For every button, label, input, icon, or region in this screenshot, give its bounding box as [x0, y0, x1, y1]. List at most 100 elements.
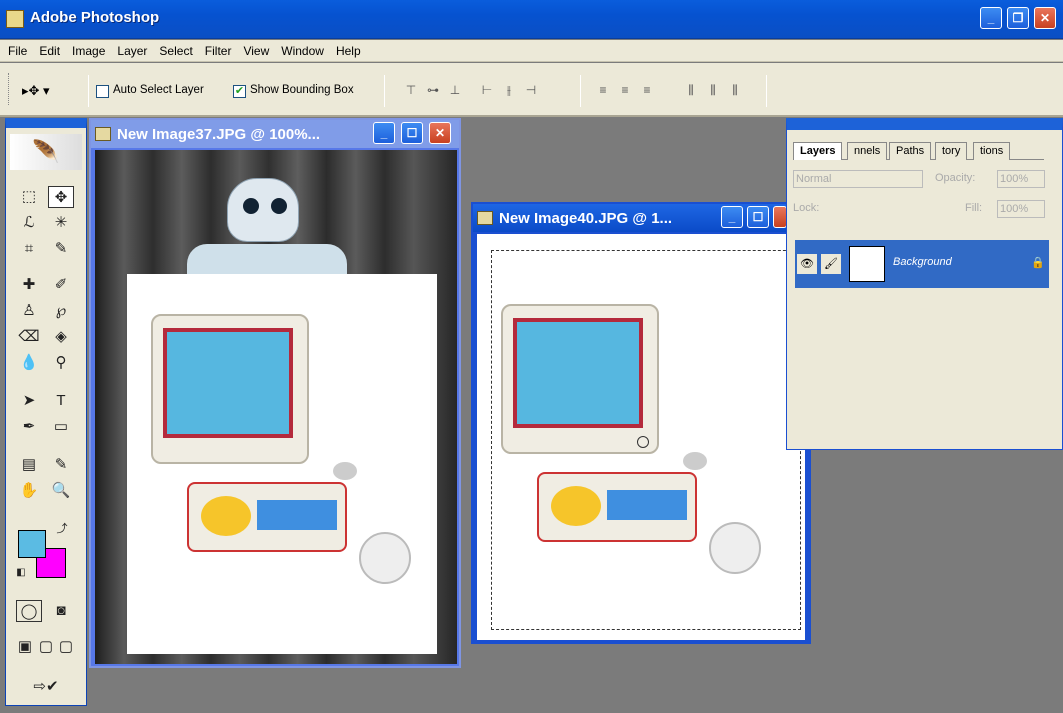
toy-mouse	[333, 462, 357, 480]
tab-layers[interactable]: Layers	[793, 142, 843, 160]
image-document-icon	[477, 211, 493, 225]
document-canvas-40[interactable]	[477, 234, 805, 640]
slice-tool-icon[interactable]: ✎	[48, 238, 74, 260]
eraser-tool-icon[interactable]: ⌫	[16, 326, 42, 348]
blend-mode-select[interactable]: Normal	[793, 170, 923, 188]
menu-layer[interactable]: Layer	[109, 40, 151, 58]
auto-select-checkbox[interactable]	[96, 85, 109, 98]
robot-head	[227, 178, 299, 242]
tab-history[interactable]: tory	[935, 142, 968, 160]
menu-edit[interactable]: Edit	[31, 40, 64, 58]
history-brush-tool-icon[interactable]: ℘	[48, 300, 74, 322]
opacity-value[interactable]: 100%	[997, 170, 1045, 188]
align-left-icon[interactable]: ⊢	[478, 83, 496, 99]
doc37-minimize-button[interactable]: _	[373, 122, 395, 144]
distribute-left-icon[interactable]: ⫼	[682, 83, 700, 99]
distribute-bottom-icon[interactable]: ≡	[638, 83, 656, 99]
align-right-icon[interactable]: ⊣	[522, 83, 540, 99]
align-hcenter-icon[interactable]: ⫲	[500, 83, 518, 99]
fill-value[interactable]: 100%	[997, 200, 1045, 218]
move-tool-icon[interactable]: ✥	[48, 186, 74, 208]
show-bbox-label: Show Bounding Box	[250, 84, 354, 96]
document-window-40: New Image40.JPG @ 1... _ ☐	[471, 202, 811, 644]
dodge-tool-icon[interactable]: ⚲	[48, 352, 74, 374]
move-tool-preset-icon[interactable]: ▸✥ ▾	[22, 83, 82, 101]
type-tool-icon[interactable]: T	[48, 390, 74, 412]
toy-cd	[709, 522, 761, 574]
image-document-icon	[95, 127, 111, 141]
restore-button[interactable]: ❐	[1007, 7, 1029, 29]
align-bottom-icon[interactable]: ⊥	[446, 83, 464, 99]
paint-bucket-tool-icon[interactable]: ◈	[48, 326, 74, 348]
eyedropper-tool-icon[interactable]: ✎	[48, 454, 74, 476]
default-colors-icon[interactable]: ◧	[14, 566, 28, 580]
foreground-color-swatch[interactable]	[18, 530, 46, 558]
brush-tool-icon[interactable]: ✐	[48, 274, 74, 296]
menu-window[interactable]: Window	[273, 40, 328, 58]
standard-mode-icon[interactable]: ◯	[16, 600, 42, 622]
menu-view[interactable]: View	[235, 40, 273, 58]
document-title-40: New Image40.JPG @ 1...	[499, 210, 673, 227]
swap-colors-icon[interactable]: ⤴	[54, 522, 70, 536]
menu-file[interactable]: File	[0, 40, 31, 58]
robot-eye	[243, 198, 259, 214]
toy-image-layer	[127, 274, 437, 654]
doc40-maximize-button[interactable]: ☐	[747, 206, 769, 228]
brush-link-icon[interactable]: 🖌	[821, 254, 841, 274]
crop-tool-icon[interactable]: ⌗	[16, 238, 42, 260]
pen-tool-icon[interactable]: ✒	[16, 416, 42, 438]
magic-wand-tool-icon[interactable]: ✳	[48, 212, 74, 234]
hand-tool-icon[interactable]: ✋	[16, 480, 42, 502]
app-title: Adobe Photoshop	[30, 9, 160, 26]
toy-keys	[257, 500, 337, 530]
eye-icon[interactable]: 👁	[797, 254, 817, 274]
close-button[interactable]: ✕	[1034, 7, 1056, 29]
marquee-tool-icon[interactable]: ⬚	[16, 186, 42, 208]
standard-screen-mode-icon[interactable]: ▣	[14, 636, 36, 658]
distribute-hcenter-icon[interactable]: ⫼	[704, 83, 722, 99]
menu-select[interactable]: Select	[151, 40, 196, 58]
full-screen-mode-icon[interactable]: ▢	[56, 636, 76, 658]
opacity-label: Opacity:	[935, 172, 976, 184]
full-screen-menu-mode-icon[interactable]: ▢	[36, 636, 56, 658]
feather-logo-icon[interactable]: 🪶	[10, 134, 82, 170]
blur-tool-icon[interactable]: 💧	[16, 352, 42, 374]
distribute-top-icon[interactable]: ≡	[594, 83, 612, 99]
document-canvas-37[interactable]	[95, 150, 457, 664]
zoom-tool-icon[interactable]: 🔍	[48, 480, 74, 502]
auto-select-label: Auto Select Layer	[113, 84, 204, 96]
doc40-minimize-button[interactable]: _	[721, 206, 743, 228]
menu-help[interactable]: Help	[328, 40, 365, 58]
distribute-vcenter-icon[interactable]: ≡	[616, 83, 634, 99]
lock-icon: 🔒	[1031, 257, 1045, 269]
toy-mouse	[683, 452, 707, 470]
doc37-maximize-button[interactable]: ☐	[401, 122, 423, 144]
clone-stamp-tool-icon[interactable]: ♙	[16, 300, 42, 322]
reference-point-icon[interactable]	[637, 436, 649, 448]
tab-channels[interactable]: nnels	[847, 142, 888, 160]
fill-label: Fill:	[965, 202, 983, 214]
quick-mask-mode-icon[interactable]: ◙	[48, 600, 74, 622]
layer-row-background[interactable]: 👁 🖌 Background 🔒	[795, 240, 1049, 288]
healing-brush-tool-icon[interactable]: ✚	[16, 274, 42, 296]
rectangle-tool-icon[interactable]: ▭	[48, 416, 74, 438]
document-window-37: New Image37.JPG @ 100%... _ ☐ ✕	[89, 118, 461, 668]
jump-to-imageready-icon[interactable]: ⇨✔	[18, 676, 74, 698]
toy-screen	[163, 328, 293, 438]
options-grip[interactable]	[8, 73, 11, 105]
align-top-icon[interactable]: ⊤	[402, 83, 420, 99]
align-vcenter-icon[interactable]: ⊶	[424, 83, 442, 99]
divider	[766, 75, 767, 107]
doc37-close-button[interactable]: ✕	[429, 122, 451, 144]
menu-filter[interactable]: Filter	[197, 40, 236, 58]
doc40-close-button[interactable]	[773, 206, 787, 228]
show-bbox-checkbox[interactable]: ✔	[233, 85, 246, 98]
minimize-button[interactable]: _	[980, 7, 1002, 29]
notes-tool-icon[interactable]: ▤	[16, 454, 42, 476]
menu-image[interactable]: Image	[64, 40, 109, 58]
tab-paths[interactable]: Paths	[889, 142, 932, 160]
path-selection-tool-icon[interactable]: ➤	[16, 390, 42, 412]
distribute-right-icon[interactable]: ⫼	[726, 83, 744, 99]
lasso-tool-icon[interactable]: ℒ	[16, 212, 42, 234]
tab-actions[interactable]: tions	[973, 142, 1011, 160]
